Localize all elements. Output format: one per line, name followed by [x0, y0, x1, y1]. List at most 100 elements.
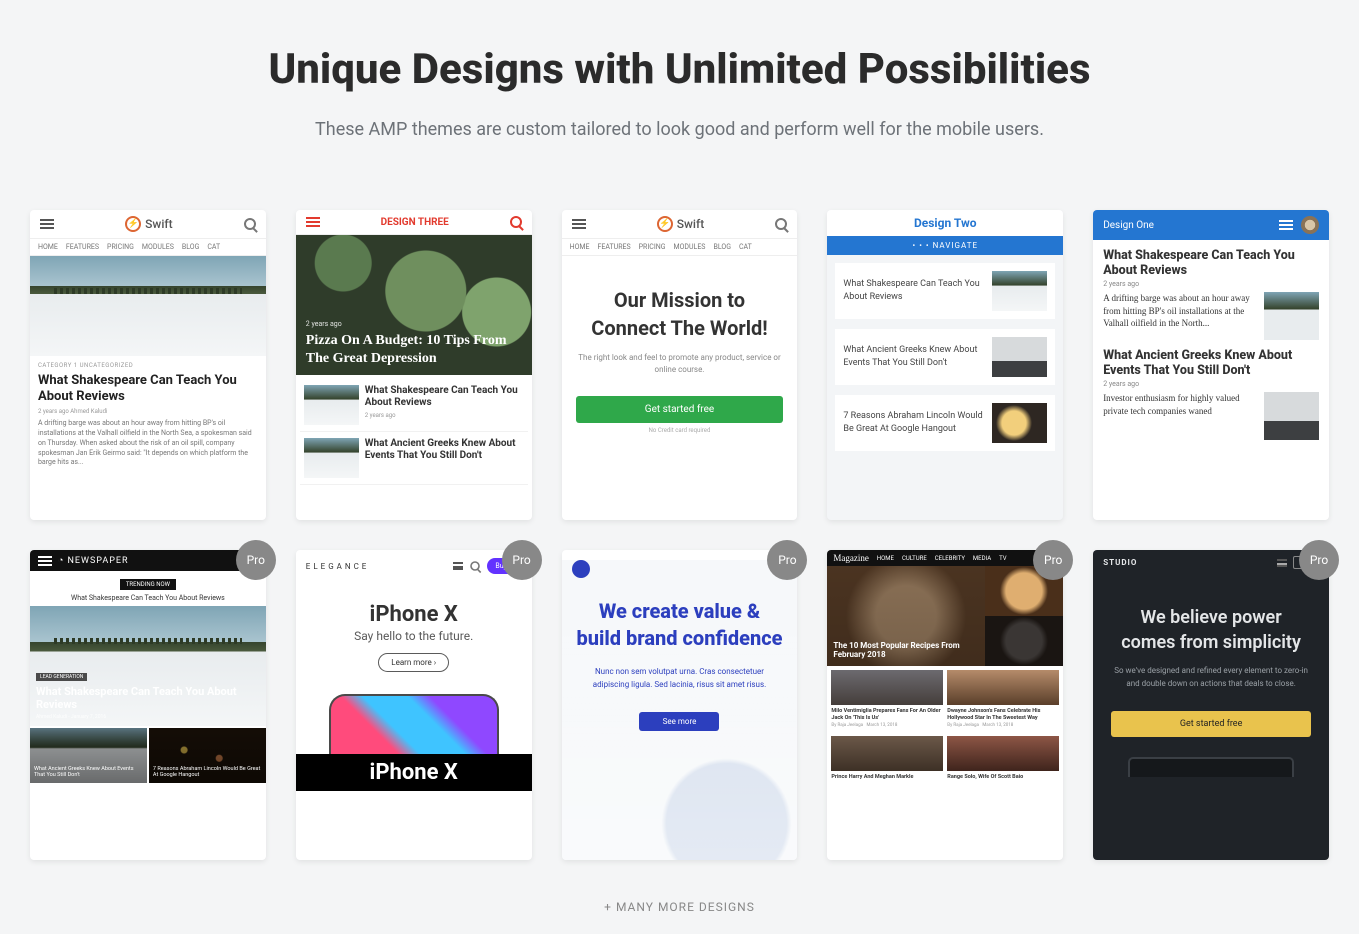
item-title: What Ancient Greeks Knew About Events Th…	[843, 344, 984, 369]
pro-badge: Pro	[1033, 540, 1073, 580]
learn-more-button: Learn more ›	[378, 653, 449, 672]
theme-card-swift-mission[interactable]: ⚡ Swift HOMEFEATURES PRICINGMODULES BLOG…	[562, 210, 798, 520]
item-date: 2 years ago	[365, 412, 524, 419]
thumb-image	[304, 438, 359, 478]
post-date: 2 years ago	[1103, 380, 1319, 388]
pro-badge: Pro	[502, 540, 542, 580]
thumb-image	[947, 670, 1059, 705]
phone-image	[329, 694, 499, 754]
hamburger-icon	[38, 556, 52, 566]
hero-image: The 10 Most Popular Recipes From Februar…	[827, 566, 984, 666]
thumb-item: 7 Reasons Abraham Lincoln Would Be Great…	[149, 728, 266, 783]
post-headline: What Shakespeare Can Teach You About Rev…	[36, 685, 260, 711]
nav-tabs: HOMEFEATURES PRICINGMODULES BLOGCAT	[562, 239, 798, 256]
theme-card-design-two[interactable]: Design Two • • • NAVIGATE What Shakespea…	[827, 210, 1063, 520]
theme-card-studio[interactable]: Pro STUDIO Sign We believe power comes f…	[1093, 550, 1329, 860]
theme-card-design-three[interactable]: DESIGN THREE 2 years ago Pizza On A Budg…	[296, 210, 532, 520]
theme-card-magazine[interactable]: Pro Magazine HOME CULTURE CELEBRITY MEDI…	[827, 550, 1063, 860]
swift-logo: ⚡ Swift	[657, 216, 704, 232]
ticker-text: What Shakespeare Can Teach You About Rev…	[30, 590, 266, 606]
post-tag: LEAD GENERATION	[36, 673, 87, 681]
item-title: What Shakespeare Can Teach You About Rev…	[365, 385, 524, 409]
hero-title: The 10 Most Popular Recipes From Februar…	[833, 641, 978, 660]
logo-icon	[572, 560, 590, 578]
post-category: CATEGORY 1 UNCATEGORIZED	[38, 362, 258, 369]
thumb-item: What Ancient Greeks Knew About Events Th…	[30, 728, 147, 783]
theme-card-elegance[interactable]: Pro ELEGANCE Buy N iPhone X Say hello to…	[296, 550, 532, 860]
list-item: What Shakespeare Can Teach You About Rev…	[835, 263, 1055, 319]
post-excerpt: A drifting barge was about an hour away …	[38, 419, 258, 468]
logo-text: NEWSPAPER	[67, 556, 128, 566]
cta-button: Get started free	[1111, 711, 1311, 737]
hero-headline: Our Mission to Connect The World!	[576, 286, 784, 342]
hero-title: Unique Designs with Unlimited Possibilit…	[20, 45, 1339, 94]
logo-text: Magazine	[833, 553, 868, 563]
avatar	[1301, 216, 1319, 234]
hamburger-icon	[453, 562, 463, 570]
hamburger-icon	[572, 219, 586, 229]
logo-text: Design Two	[827, 210, 1063, 236]
hero-title: We create value & build brand confidence	[562, 598, 798, 652]
post-excerpt: Investor enthusiasm for highly valued pr…	[1103, 392, 1256, 440]
nav-item: MEDIA	[973, 555, 991, 562]
clock-icon: ◔	[58, 555, 64, 566]
theme-card-newspaper[interactable]: Pro ◔ NEWSPAPER TRENDING NOW What Shakes…	[30, 550, 266, 860]
article-item: Range Solo, Wife Of Scott Baio	[947, 736, 1059, 781]
search-icon	[244, 218, 256, 230]
nav-tabs: HOMEFEATURES PRICINGMODULES BLOGCAT	[30, 239, 266, 256]
post-meta: 2 years ago Ahmed Kaludi	[38, 408, 258, 415]
hero-image: 2 years ago Pizza On A Budget: 10 Tips F…	[296, 235, 532, 375]
thumb-image	[1264, 392, 1319, 440]
hero-title: We believe power comes from simplicity	[1093, 575, 1329, 665]
thumb-image	[947, 736, 1059, 771]
nav-item: CULTURE	[902, 555, 927, 562]
search-icon	[775, 218, 787, 230]
nav-item: HOME	[877, 555, 894, 562]
list-item: What Ancient Greeks Knew About Events Th…	[835, 329, 1055, 385]
article-item: Milo Ventimiglia Prepares Fans For An Ol…	[831, 670, 943, 728]
thumb-image	[992, 271, 1047, 311]
search-icon	[471, 561, 481, 571]
hamburger-icon	[40, 219, 54, 229]
trending-badge: TRENDING NOW	[120, 579, 176, 590]
navigate-bar: • • • NAVIGATE	[827, 236, 1063, 255]
list-item: 7 Reasons Abraham Lincoln Would Be Great…	[835, 395, 1055, 451]
logo-text: Swift	[145, 217, 172, 231]
pro-badge: Pro	[767, 540, 807, 580]
nav-item: CELEBRITY	[935, 555, 965, 562]
secondary-title: iPhone X	[296, 754, 532, 791]
logo-text: STUDIO	[1103, 558, 1137, 567]
hero-sub: Say hello to the future.	[306, 629, 522, 645]
theme-card-swift-blog[interactable]: ⚡ Swift HOMEFEATURES PRICINGMODULES BLOG…	[30, 210, 266, 520]
list-item: What Shakespeare Can Teach You About Rev…	[300, 379, 528, 432]
thumb-image	[831, 736, 943, 771]
bolt-icon: ⚡	[125, 216, 141, 232]
article-item: Dwayne Johnson's Fans Celebrate His Holl…	[947, 670, 1059, 728]
bolt-icon: ⚡	[657, 216, 673, 232]
pro-badge: Pro	[236, 540, 276, 580]
logo-text: ELEGANCE	[306, 562, 370, 571]
thumb-image	[985, 616, 1064, 666]
item-title: What Shakespeare Can Teach You About Rev…	[843, 278, 984, 303]
device-image	[1128, 757, 1294, 777]
thumb-image	[992, 403, 1047, 443]
theme-card-design-one[interactable]: Design One What Shakespeare Can Teach Yo…	[1093, 210, 1329, 520]
post-title: What Shakespeare Can Teach You About Rev…	[38, 373, 258, 404]
item-title: What Ancient Greeks Knew About Events Th…	[365, 438, 524, 462]
nav-item: TV	[999, 555, 1006, 562]
thumb-image	[992, 337, 1047, 377]
hero-image	[30, 256, 266, 356]
post-excerpt: A drifting barge was about an hour away …	[1103, 292, 1256, 340]
theme-card-agency[interactable]: Pro We create value & build brand confid…	[562, 550, 798, 860]
theme-grid: ⚡ Swift HOMEFEATURES PRICINGMODULES BLOG…	[0, 210, 1359, 860]
hero-sub: So we've designed and refined every elem…	[1093, 665, 1329, 691]
thumb-image	[1264, 292, 1319, 340]
logo-text: Swift	[677, 217, 704, 231]
post-title: What Shakespeare Can Teach You About Rev…	[1103, 248, 1319, 278]
thumb-image	[831, 670, 943, 705]
search-icon	[510, 216, 522, 228]
list-item: What Ancient Greeks Knew About Events Th…	[300, 432, 528, 485]
cta-button: See more	[639, 712, 719, 731]
hamburger-icon	[1277, 559, 1287, 567]
newspaper-logo: ◔ NEWSPAPER	[58, 555, 129, 566]
